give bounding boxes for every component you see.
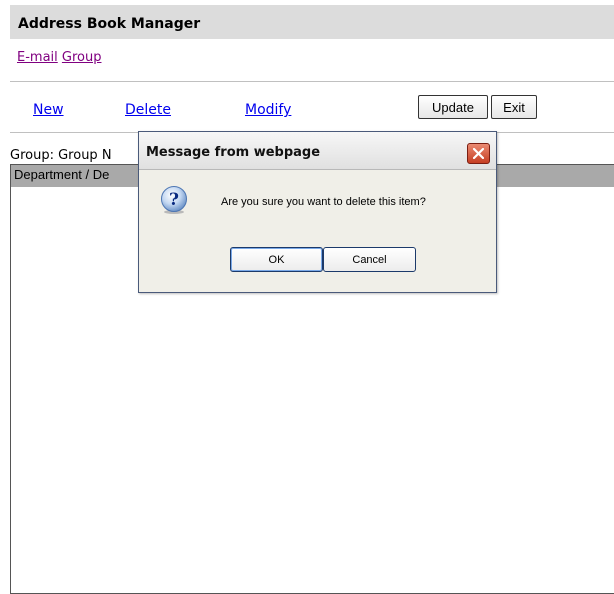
divider-top <box>10 81 614 82</box>
dialog-close-button[interactable] <box>467 143 490 164</box>
dialog-title: Message from webpage <box>146 145 321 160</box>
new-link[interactable]: New <box>33 102 64 118</box>
delete-link[interactable]: Delete <box>125 102 171 118</box>
dialog-message: Are you sure you want to delete this ite… <box>221 196 426 208</box>
group-label: Group: <box>10 148 54 163</box>
question-icon: ? <box>159 185 189 215</box>
email-link[interactable]: E-mail <box>17 50 58 65</box>
ok-button[interactable]: OK <box>230 247 323 272</box>
app-title: Address Book Manager <box>18 16 201 32</box>
cancel-button[interactable]: Cancel <box>323 247 416 272</box>
group-value: Group N <box>58 148 112 163</box>
nav-links: E-mail Group <box>17 50 101 65</box>
confirm-dialog: Message from webpage ? Are you sure you … <box>138 131 497 293</box>
app-title-bar: Address Book Manager <box>10 5 614 39</box>
modify-link[interactable]: Modify <box>245 102 291 118</box>
svg-text:?: ? <box>169 190 179 210</box>
update-button[interactable]: Update <box>418 95 488 119</box>
group-line: Group: Group N <box>10 148 112 163</box>
dialog-title-bar[interactable]: Message from webpage <box>139 132 496 170</box>
close-icon <box>473 148 484 159</box>
group-link[interactable]: Group <box>62 50 102 65</box>
exit-button[interactable]: Exit <box>491 95 537 119</box>
